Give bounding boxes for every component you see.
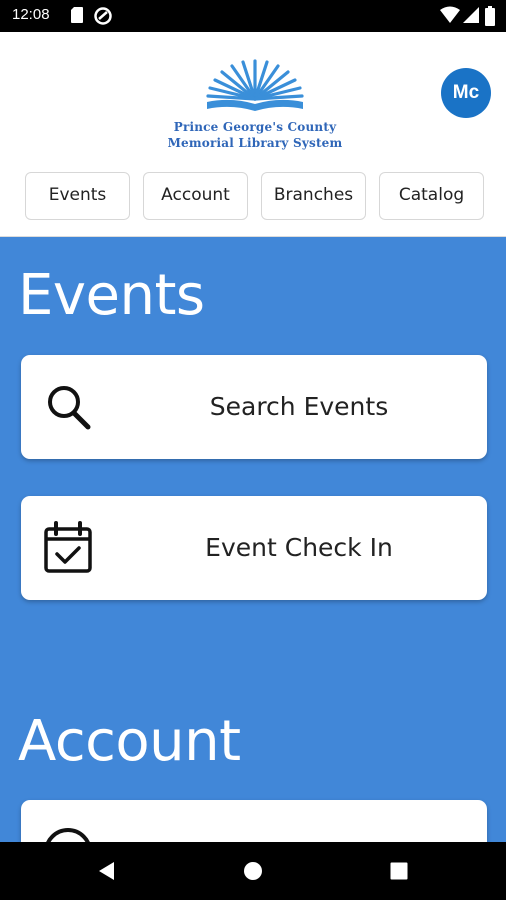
back-icon[interactable] [92, 856, 122, 886]
recents-icon[interactable] [384, 856, 414, 886]
main-content[interactable]: Events Search Events Event Check In Acco… [0, 237, 506, 842]
sunburst-book-icon [206, 59, 304, 111]
status-time: 12:08 [12, 6, 50, 23]
search-icon [48, 386, 91, 430]
sd-card-icon [71, 7, 83, 23]
account-card-partial[interactable] [21, 800, 487, 842]
home-icon[interactable] [238, 856, 268, 886]
account-circle-icon [46, 828, 90, 842]
search-events-label: Search Events [209, 392, 389, 421]
tab-catalog[interactable]: Catalog [379, 172, 484, 220]
logo-text-line2: Memorial Library System [167, 136, 343, 150]
user-avatar[interactable]: Mc [441, 68, 491, 118]
signal-icon [463, 7, 479, 23]
calendar-check-icon [44, 521, 92, 573]
battery-icon [485, 6, 495, 26]
tab-events[interactable]: Events [25, 172, 130, 220]
events-section-title: Events [18, 263, 205, 328]
event-check-in-label: Event Check In [205, 533, 393, 562]
app-header: Prince George's County Memorial Library … [0, 32, 506, 237]
search-events-card[interactable]: Search Events [21, 355, 487, 459]
account-section-title: Account [18, 709, 241, 774]
system-nav-bar [0, 842, 506, 900]
event-check-in-card[interactable]: Event Check In [21, 496, 487, 600]
logo-text-line1: Prince George's County [173, 120, 337, 134]
tab-branches[interactable]: Branches [261, 172, 366, 220]
tab-account[interactable]: Account [143, 172, 248, 220]
wifi-icon [440, 6, 460, 23]
library-logo[interactable]: Prince George's County Memorial Library … [160, 57, 350, 157]
status-bar: 12:08 [0, 0, 506, 32]
data-saver-icon [94, 7, 112, 25]
